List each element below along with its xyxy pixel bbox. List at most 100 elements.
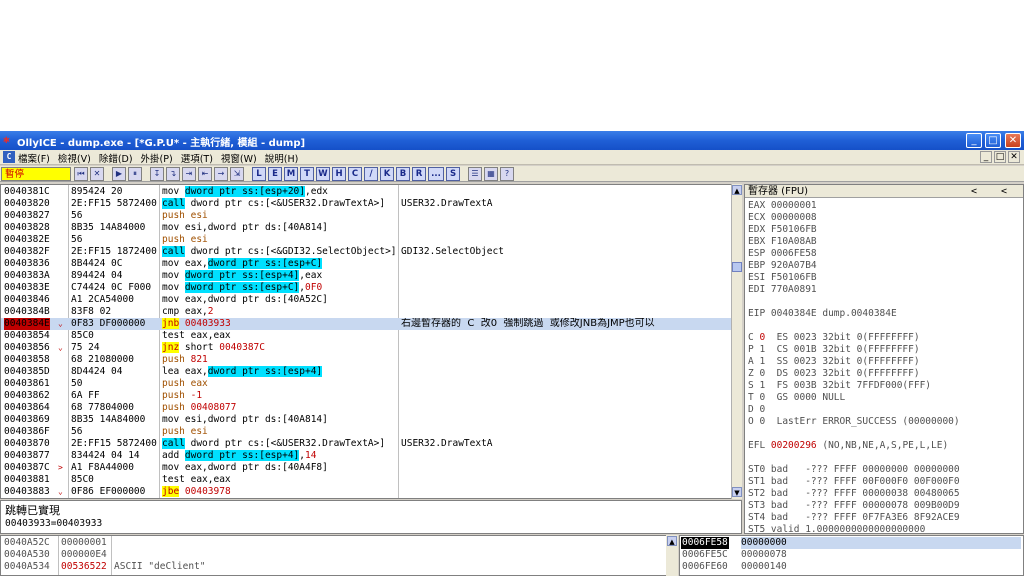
toolbar-button-icon[interactable]: ⏮ (74, 167, 88, 181)
window-button-more[interactable]: ... (428, 167, 444, 181)
disassembly-row[interactable]: 00403858 68 21080000 push 821 (1, 354, 733, 366)
register-line[interactable]: ST1 bad -??? FFFF 00F000F0 00F000F0 (748, 476, 960, 488)
dump-row[interactable]: 0040A530 000000E4 (1, 549, 671, 561)
toolbar-button-icon[interactable]: ▶ (112, 167, 126, 181)
register-line[interactable]: D 0 (748, 404, 765, 416)
disassembly-row[interactable]: 0040381C 895424 20 mov dword ptr ss:[esp+2… (1, 186, 733, 198)
disassembly-row[interactable]: 0040386F 56 push esi (1, 426, 733, 438)
window-button-w[interactable]: W (316, 167, 330, 181)
window-button-h[interactable]: H (332, 167, 346, 181)
window-button-l[interactable]: L (252, 167, 266, 181)
registers-pane[interactable]: 暫存器 (FPU) < < EAX 00000001 ECX 00000008 ED… (744, 184, 1024, 534)
disassembly-row[interactable]: 0040385D 8D4424 04 lea eax,dword ptr ss:[e… (1, 366, 733, 378)
register-line[interactable]: ST3 bad -??? FFFF 00000078 009B00D9 (748, 500, 960, 512)
scroll-down-icon[interactable]: ▼ (732, 487, 742, 497)
mdi-restore-button[interactable]: □ (994, 151, 1006, 163)
register-line[interactable]: EIP 0040384E dump.0040384E (748, 308, 897, 320)
disassembly-pane[interactable]: 0040381C 895424 20 mov dword ptr ss:[esp+2… (0, 184, 742, 499)
maximize-button[interactable]: □ (985, 133, 1001, 148)
disassembly-row[interactable]: 00403883 ⌄ 0F86 EF000000 jbe 00403978 (1, 486, 733, 498)
scroll-up-icon[interactable]: ▲ (732, 185, 742, 195)
disassembly-row[interactable]: 00403869 8B35 14A84000 mov esi,dword ptr d… (1, 414, 733, 426)
disassembly-row[interactable]: 00403877 834424 04 14 add dword ptr ss:[es… (1, 450, 733, 462)
toolbar-button-icon[interactable]: ↧ (150, 167, 164, 181)
minimize-button[interactable]: _ (966, 133, 982, 148)
chevron-left-icon[interactable]: < (971, 185, 977, 198)
toolbar-button-icon[interactable]: ⇥ (182, 167, 196, 181)
disassembly-row[interactable]: 00403881 85C0 test eax,eax (1, 474, 733, 486)
register-line[interactable]: Z 0 DS 0023 32bit 0(FFFFFFFF) (748, 368, 920, 380)
stack-row[interactable]: 0006FE58 00000000 (680, 537, 1023, 549)
cpu-window-icon[interactable]: C (3, 151, 15, 163)
disassembly-row[interactable]: 0040382F 2E:FF15 1872400 call dword ptr cs… (1, 246, 733, 258)
mdi-close-button[interactable]: ✕ (1008, 151, 1020, 163)
dump-scrollbar[interactable]: ▲ (666, 535, 678, 576)
register-line[interactable]: O 0 LastErr ERROR_SUCCESS (00000000) (748, 416, 960, 428)
register-line[interactable]: EAX 00000001 (748, 200, 817, 212)
scroll-thumb[interactable] (732, 262, 742, 272)
scroll-up-icon[interactable]: ▲ (667, 536, 677, 546)
mdi-minimize-button[interactable]: _ (980, 151, 992, 163)
title-bar[interactable]: ✱ OllyICE - dump.exe - [*G.P.U* - 主執行緒, … (0, 131, 1024, 150)
disassembly-row[interactable]: 00403861 50 push eax (1, 378, 733, 390)
toolbar-button-icon[interactable]: ✕ (90, 167, 104, 181)
disassembly-scrollbar[interactable]: ▲ ▼ (731, 184, 742, 499)
register-line[interactable]: S 1 FS 003B 32bit 7FFDF000(FFF) (748, 380, 931, 392)
toolbar-button-icon[interactable]: ⇤ (198, 167, 212, 181)
window-button-b[interactable]: B (396, 167, 410, 181)
register-line[interactable]: EBX F10A08AB (748, 236, 817, 248)
register-line[interactable]: ECX 00000008 (748, 212, 817, 224)
toolbar-button-icon[interactable]: ⇲ (230, 167, 244, 181)
disassembly-row[interactable]: 00403864 68 77804000 push 00408077 (1, 402, 733, 414)
window-button-m[interactable]: M (284, 167, 298, 181)
dump-row[interactable]: 0040A534 00536522 ASCII "deClient" (1, 561, 671, 573)
window-button-e[interactable]: E (268, 167, 282, 181)
dump-row[interactable]: 0040A52C 00000001 (1, 537, 671, 549)
disassembly-row[interactable]: 00403836 8B4424 0C mov eax,dword ptr ss:[e… (1, 258, 733, 270)
chevron-left-icon[interactable]: < (1001, 185, 1007, 198)
register-line[interactable]: C 0 ES 0023 32bit 0(FFFFFFFF) (748, 332, 920, 344)
window-button-patches[interactable]: / (364, 167, 378, 181)
disassembly-row[interactable]: 00403854 85C0 test eax,eax (1, 330, 733, 342)
toolbar-extra-icon[interactable]: ▦ (484, 167, 498, 181)
register-line[interactable]: EFL 00200296 (NO,NB,NE,A,S,PE,L,LE) (748, 440, 948, 452)
register-line[interactable]: ESP 0006FE58 (748, 248, 817, 260)
stack-row[interactable]: 0006FE5C 00000078 (680, 549, 1023, 561)
disassembly-row[interactable]: 0040387C > A1 F8A44000 mov eax,dword ptr ds… (1, 462, 733, 474)
register-line[interactable]: T 0 GS 0000 NULL (748, 392, 845, 404)
disassembly-row[interactable]: 0040384E ⌄ 0F83 DF000000 jnb 00403933 右邊暫存器的… (1, 318, 733, 330)
menu-item[interactable]: 外掛(P) (141, 151, 173, 165)
window-button-c[interactable]: C (348, 167, 362, 181)
menu-item[interactable]: 視窗(W) (221, 151, 257, 165)
disassembly-row[interactable]: 0040382E 56 push esi (1, 234, 733, 246)
disassembly-row[interactable]: 00403846 A1 2CA54000 mov eax,dword ptr ds:… (1, 294, 733, 306)
register-line[interactable]: ST0 bad -??? FFFF 00000000 00000000 (748, 464, 960, 476)
register-line[interactable]: ST2 bad -??? FFFF 00000038 00480065 (748, 488, 960, 500)
stack-pane[interactable]: 0006FE58 00000000 0006FE5C 00000078 0006FE60… (679, 535, 1024, 576)
disassembly-row[interactable]: 00403827 56 push esi (1, 210, 733, 222)
disassembly-row[interactable]: 00403820 2E:FF15 5872400 call dword ptr cs… (1, 198, 733, 210)
disassembly-row[interactable]: 00403828 8B35 14A84000 mov esi,dword ptr d… (1, 222, 733, 234)
disassembly-row[interactable]: 0040383E C74424 0C F000 mov dword ptr ss:[… (1, 282, 733, 294)
stack-row[interactable]: 0006FE60 00000140 (680, 561, 1023, 573)
register-line[interactable]: P 1 CS 001B 32bit 0(FFFFFFFF) (748, 344, 920, 356)
register-line[interactable]: EDX F50106FB (748, 224, 817, 236)
disassembly-row[interactable]: 00403862 6A FF push -1 (1, 390, 733, 402)
window-button-k[interactable]: K (380, 167, 394, 181)
close-button[interactable]: ✕ (1005, 133, 1021, 148)
register-line[interactable]: ST4 bad -??? FFFF 0F7FA3E6 8F92ACE9 (748, 512, 960, 524)
register-line[interactable]: EBP 920A07B4 (748, 260, 817, 272)
menu-item[interactable]: 檢視(V) (58, 151, 91, 165)
toolbar-button-icon[interactable]: ↴ (166, 167, 180, 181)
menu-item[interactable]: 檔案(F) (18, 151, 50, 165)
menu-item[interactable]: 除錯(D) (99, 151, 133, 165)
disassembly-row[interactable]: 0040384B 83F8 02 cmp eax,2 (1, 306, 733, 318)
register-line[interactable]: ST5 valid 1.0000000000000000000 (748, 524, 925, 533)
menu-item[interactable]: 說明(H) (265, 151, 299, 165)
window-button-s[interactable]: S (446, 167, 460, 181)
menu-item[interactable]: 選項(T) (181, 151, 213, 165)
register-line[interactable]: EDI 770A0891 (748, 284, 817, 296)
memory-dump-pane[interactable]: 0040A52C 00000001 0040A530 000000E4 0040A534… (0, 535, 678, 576)
disassembly-row[interactable]: 00403870 2E:FF15 5872400 call dword ptr cs… (1, 438, 733, 450)
disassembly-row[interactable]: 00403856 ⌄ 75 24 jnz short 0040387C (1, 342, 733, 354)
